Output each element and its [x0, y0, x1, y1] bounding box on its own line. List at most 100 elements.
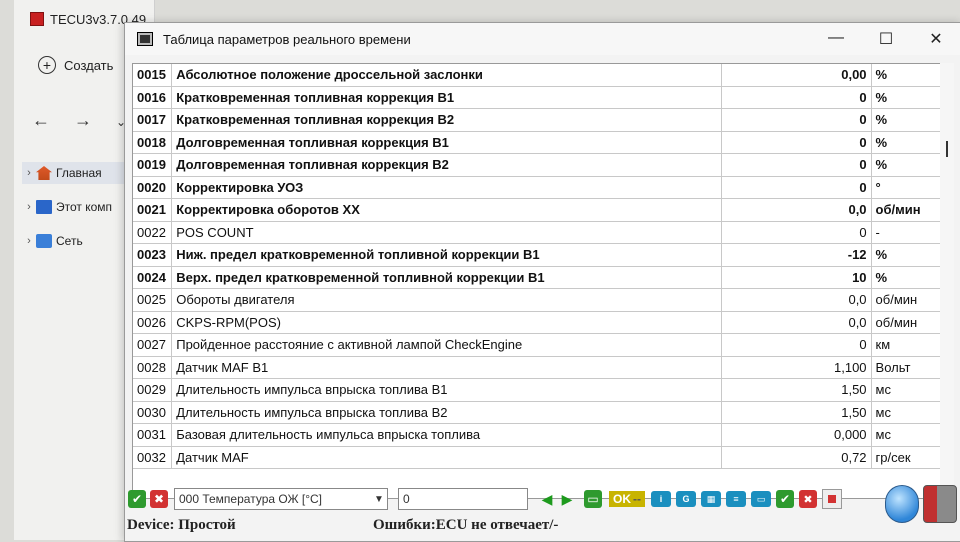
info-icon[interactable]: i	[651, 491, 671, 507]
param-value: 0,000	[721, 423, 872, 447]
param-id: 0024	[133, 266, 173, 289]
param-unit: мс	[871, 401, 941, 424]
param-value: 0	[721, 176, 872, 199]
table-row[interactable]: 0024 Верх. предел кратковременной топливн…	[133, 266, 941, 289]
device-status: Device: Простой	[127, 516, 236, 533]
create-button[interactable]: + Создать	[38, 56, 113, 74]
parameter-select[interactable]: 000 Температура ОЖ [°C] ▼	[174, 488, 388, 510]
chevron-right-icon[interactable]: ›	[22, 167, 36, 179]
param-value: 0	[721, 86, 872, 109]
grid-icon[interactable]: ▦	[701, 491, 721, 507]
params-table: 0015 Абсолютное положение дроссельной зас…	[132, 63, 942, 499]
dropdown-arrow-icon[interactable]: ▼	[371, 494, 387, 505]
next-triangle-icon[interactable]: ▶	[558, 490, 576, 508]
errors-status: Ошибки:ECU не отвечает/-	[373, 516, 559, 533]
param-unit: мс	[871, 378, 941, 402]
param-id: 0021	[133, 198, 173, 222]
param-unit: мс	[871, 423, 941, 447]
param-id: 0015	[133, 64, 173, 87]
param-id: 0016	[133, 86, 173, 109]
param-value: 1,100	[721, 356, 872, 379]
param-id: 0029	[133, 378, 173, 402]
home-icon	[36, 166, 52, 180]
table-row[interactable]: 0032 Датчик MAF 0,72 гр/сек	[133, 446, 941, 469]
table-row[interactable]: 0023 Ниж. предел кратковременной топливно…	[133, 243, 941, 267]
param-name: Абсолютное положение дроссельной заслонк…	[171, 64, 722, 87]
list-icon[interactable]: ≡	[726, 491, 746, 507]
param-name: Датчик MAF B1	[171, 356, 722, 379]
graph-icon[interactable]: G	[676, 491, 696, 507]
param-id: 0026	[133, 311, 173, 334]
delete-icon[interactable]: ✖	[799, 490, 817, 508]
param-id: 0023	[133, 243, 173, 267]
param-unit: %	[871, 108, 941, 132]
table-row[interactable]: 0019 Долговременная топливная коррекция B…	[133, 153, 941, 177]
ok-indicator: OK --	[609, 491, 645, 507]
table-row[interactable]: 0025 Обороты двигателя 0,0 об/мин	[133, 288, 941, 312]
table-row[interactable]: 0015 Абсолютное положение дроссельной зас…	[133, 64, 941, 87]
param-id: 0027	[133, 333, 173, 357]
table-row[interactable]: 0031 Базовая длительность импульса впрыск…	[133, 423, 941, 447]
param-unit: Вольт	[871, 356, 941, 379]
param-value: 0,0	[721, 311, 872, 334]
param-value: 1,50	[721, 401, 872, 424]
param-value: -12	[721, 243, 872, 267]
param-value: 10	[721, 266, 872, 289]
back-arrow-icon[interactable]: ←	[32, 110, 50, 131]
param-value: 0	[721, 131, 872, 154]
param-unit: %	[871, 86, 941, 109]
stop-icon[interactable]	[822, 489, 842, 509]
vertical-scrollbar[interactable]	[940, 63, 954, 497]
table-row[interactable]: 0020 Корректировка УОЗ 0 °	[133, 176, 941, 199]
table-row[interactable]: 0016 Кратковременная топливная коррекция …	[133, 86, 941, 109]
table-row[interactable]: 0026 CKPS-RPM(POS) 0,0 об/мин	[133, 311, 941, 334]
monitor-icon[interactable]: ▭	[584, 490, 602, 508]
chevron-right-icon[interactable]: ›	[22, 201, 36, 213]
ok-indicator-label: OK	[613, 492, 631, 506]
table-row[interactable]: 0021 Корректировка оборотов ХХ 0,0 об/мин	[133, 198, 941, 222]
table-row[interactable]: 0018 Долговременная топливная коррекция B…	[133, 131, 941, 154]
confirm-icon[interactable]: ✔	[776, 490, 794, 508]
table-row[interactable]: 0030 Длительность импульса впрыска топлив…	[133, 401, 941, 424]
param-name: Долговременная топливная коррекция B1	[171, 131, 722, 154]
param-name: Ниж. предел кратковременной топливной ко…	[171, 243, 722, 267]
table-row[interactable]: 0029 Длительность импульса впрыска топлив…	[133, 378, 941, 402]
dialog-title: Таблица параметров реального времени	[163, 31, 411, 47]
explorer-nav: ← → ⌄	[32, 110, 126, 131]
param-name: POS COUNT	[171, 221, 722, 244]
param-unit: гр/сек	[871, 446, 941, 469]
value-input[interactable]: 0	[398, 488, 528, 510]
param-value: 0,00	[721, 64, 872, 87]
param-id: 0028	[133, 356, 173, 379]
param-unit: об/мин	[871, 311, 941, 334]
chevron-right-icon[interactable]: ›	[22, 235, 36, 247]
close-button[interactable]: ✕	[911, 29, 960, 49]
prev-triangle-icon[interactable]: ◀	[538, 490, 556, 508]
table-row[interactable]: 0022 POS COUNT 0-	[133, 221, 941, 244]
table-row[interactable]: 0017 Кратковременная топливная коррекция …	[133, 108, 941, 132]
table-row[interactable]: 0027 Пройденное расстояние с активной лам…	[133, 333, 941, 357]
param-name: Корректировка оборотов ХХ	[171, 198, 722, 222]
parameter-select-value: 000 Температура ОЖ [°C]	[179, 492, 322, 506]
param-unit: %	[871, 243, 941, 267]
param-name: Долговременная топливная коррекция B2	[171, 153, 722, 177]
record-pill-icon[interactable]: ▭	[751, 491, 771, 507]
param-name: Кратковременная топливная коррекция B1	[171, 86, 722, 109]
param-value: 1,50	[721, 378, 872, 402]
param-name: Датчик MAF	[171, 446, 722, 469]
param-id: 0017	[133, 108, 173, 132]
table-row[interactable]: 0028 Датчик MAF B1 1,100 Вольт	[133, 356, 941, 379]
create-label: Создать	[64, 57, 114, 73]
maximize-button[interactable]: ☐	[861, 29, 911, 49]
param-unit: -	[871, 221, 941, 244]
param-unit: об/мин	[871, 198, 941, 222]
forward-arrow-icon[interactable]: →	[74, 110, 92, 131]
check-icon[interactable]: ✔	[128, 490, 146, 508]
cross-icon[interactable]: ✖	[150, 490, 168, 508]
scrollbar-thumb[interactable]	[946, 141, 948, 157]
param-unit: °	[871, 176, 941, 199]
realtime-params-dialog: Таблица параметров реального времени — ☐…	[124, 22, 960, 542]
param-name: Верх. предел кратковременной топливной к…	[171, 266, 722, 289]
param-unit: %	[871, 153, 941, 177]
minimize-button[interactable]: —	[811, 29, 861, 49]
